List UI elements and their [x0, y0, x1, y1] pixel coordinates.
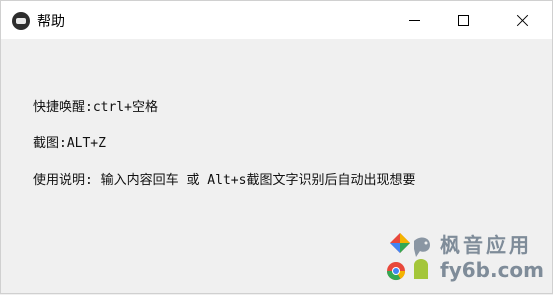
minimize-icon — [408, 19, 420, 21]
window-title: 帮助 — [37, 14, 65, 30]
title-bar[interactable]: 帮助 — [1, 1, 552, 39]
usage-instructions-text: 使用说明: 输入内容回车 或 Alt+s截图文字识别后自动出现想要 — [33, 173, 416, 188]
help-window: 帮助 快捷唤醒:ctrl+空格 截图:ALT+Z 使用说明: 输入内容回车 或 … — [0, 0, 553, 294]
shortcut-wake-text: 快捷唤醒:ctrl+空格 — [33, 100, 158, 115]
watermark: 枫音应用 fy6b.com — [384, 227, 553, 291]
close-icon — [516, 14, 529, 27]
app-icon — [12, 12, 30, 30]
shortcut-screenshot-text: 截图:ALT+Z — [33, 136, 106, 151]
watermark-logo-icon — [387, 233, 430, 281]
close-button[interactable] — [499, 1, 545, 39]
maximize-button[interactable] — [440, 1, 486, 39]
minimize-button[interactable] — [391, 1, 437, 39]
maximize-icon — [457, 14, 469, 26]
watermark-text-top: 枫音应用 — [440, 233, 532, 257]
watermark-text-bottom: fy6b.com — [440, 258, 545, 282]
